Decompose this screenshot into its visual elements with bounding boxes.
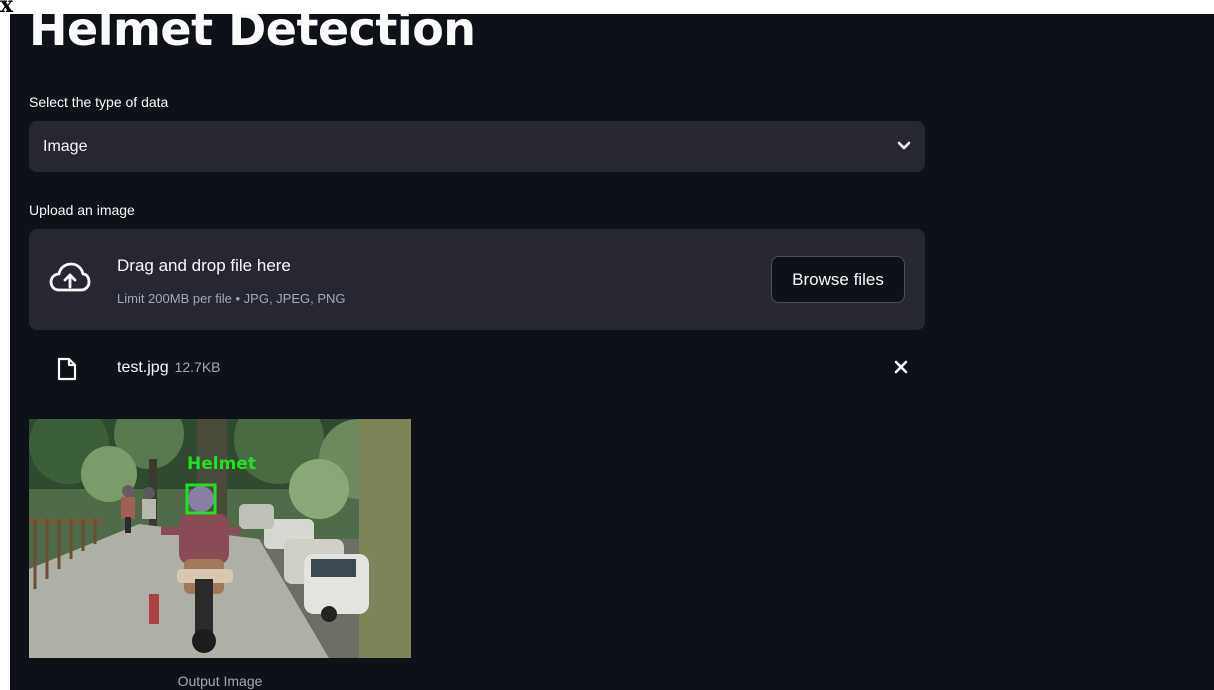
data-type-select[interactable]: Image bbox=[29, 121, 925, 172]
page-title: Helmet Detection bbox=[29, 14, 476, 56]
data-type-label: Select the type of data bbox=[29, 94, 169, 110]
chevron-down-icon bbox=[897, 138, 911, 156]
detection-label: Helmet bbox=[187, 454, 256, 474]
cloud-upload-icon bbox=[49, 261, 91, 300]
uploader-label: Upload an image bbox=[29, 202, 135, 218]
uploaded-file-size: 12.7KB bbox=[174, 359, 221, 375]
browse-files-button[interactable]: Browse files bbox=[771, 256, 905, 303]
file-dropzone[interactable]: Drag and drop file here Limit 200MB per … bbox=[29, 229, 925, 330]
close-icon[interactable] bbox=[893, 359, 909, 380]
output-image-caption: Output Image bbox=[177, 673, 263, 689]
streamlit-app: Helmet Detection Select the type of data… bbox=[10, 14, 1214, 690]
uploaded-file-row: test.jpg 12.7KB bbox=[29, 349, 925, 389]
output-image: Helmet bbox=[29, 419, 411, 658]
file-icon bbox=[57, 357, 77, 386]
file-name-text: test.jpg bbox=[117, 359, 169, 376]
dropzone-title: Drag and drop file here bbox=[117, 256, 291, 275]
uploaded-file-name: test.jpg 12.7KB bbox=[117, 359, 221, 377]
data-type-selected-value: Image bbox=[43, 137, 88, 155]
dropzone-limit: Limit 200MB per file • JPG, JPEG, PNG bbox=[117, 291, 346, 306]
